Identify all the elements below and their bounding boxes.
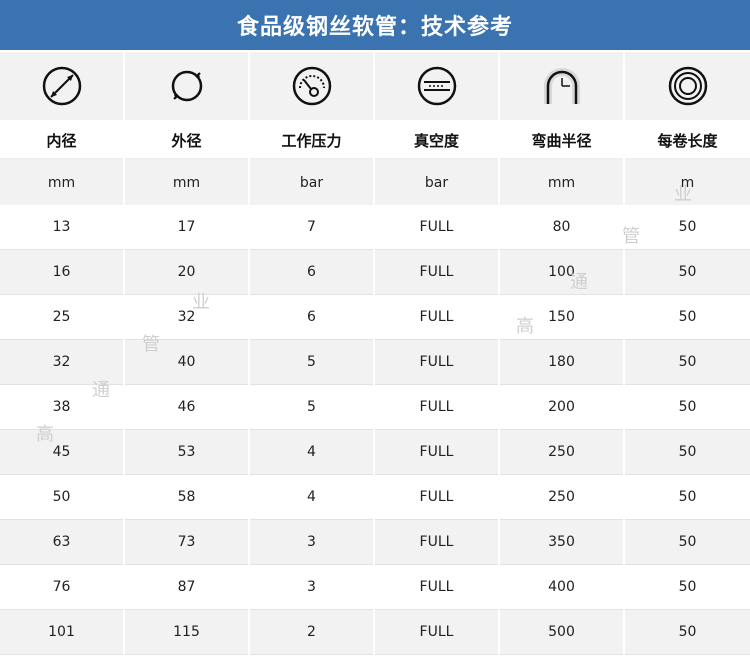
table-cell: FULL (375, 340, 498, 385)
table-cell: 4 (250, 430, 373, 475)
table-cell: 100 (500, 250, 623, 295)
table-cell: 50 (625, 340, 750, 385)
column-header: 真空度 (375, 122, 498, 160)
table-cell: 3 (250, 565, 373, 610)
table-cell: 4 (250, 475, 373, 520)
table-cell: 13 (0, 205, 123, 250)
table-cell: 25 (0, 295, 123, 340)
unit-cell: mm (500, 160, 623, 205)
table-cell: 63 (0, 520, 123, 565)
bend-radius-icon (500, 52, 623, 122)
table-cell: FULL (375, 250, 498, 295)
table-cell: 200 (500, 385, 623, 430)
column-header: 内径 (0, 122, 123, 160)
table-cell: 16 (0, 250, 123, 295)
table-cell: FULL (375, 475, 498, 520)
table-cell: FULL (375, 565, 498, 610)
column-header: 弯曲半径 (500, 122, 623, 160)
header-row: 内径 外径 工作压力 真空度 弯曲半径 每卷长度 (0, 122, 750, 160)
table-cell: 6 (250, 295, 373, 340)
table-cell: 3 (250, 520, 373, 565)
table-cell: FULL (375, 520, 498, 565)
table-cell: 87 (125, 565, 248, 610)
table-row: 76 87 3 FULL 400 50 (0, 565, 750, 610)
column-header: 外径 (125, 122, 248, 160)
table-cell: 50 (0, 475, 123, 520)
table-cell: 50 (625, 475, 750, 520)
table-cell: 38 (0, 385, 123, 430)
unit-cell: bar (375, 160, 498, 205)
table-cell: 50 (625, 295, 750, 340)
column-header: 工作压力 (250, 122, 373, 160)
table-cell: 50 (625, 205, 750, 250)
table-cell: 101 (0, 610, 123, 655)
unit-row: mm mm bar bar mm m (0, 160, 750, 205)
table-cell: 250 (500, 475, 623, 520)
table-cell: 150 (500, 295, 623, 340)
table-cell: 32 (0, 340, 123, 385)
table-cell: FULL (375, 205, 498, 250)
table-cell: 45 (0, 430, 123, 475)
table-cell: 50 (625, 385, 750, 430)
table-body: 13 17 7 FULL 80 50 16 20 6 FULL 100 50 25 32 6 FULL 150 5… (0, 205, 750, 655)
table-cell: 53 (125, 430, 248, 475)
unit-cell: m (625, 160, 750, 205)
table-cell: 7 (250, 205, 373, 250)
table-cell: FULL (375, 430, 498, 475)
table-cell: 73 (125, 520, 248, 565)
table-cell: 400 (500, 565, 623, 610)
table-cell: 6 (250, 250, 373, 295)
inner-diameter-icon (0, 52, 123, 122)
table-row: 45 53 4 FULL 250 50 (0, 430, 750, 475)
table-row: 16 20 6 FULL 100 50 (0, 250, 750, 295)
table-cell: 32 (125, 295, 248, 340)
table-cell: 50 (625, 250, 750, 295)
table-cell: 50 (625, 565, 750, 610)
table-cell: 50 (625, 430, 750, 475)
table-cell: 350 (500, 520, 623, 565)
column-header: 每卷长度 (625, 122, 750, 160)
table-cell: 500 (500, 610, 623, 655)
table-row: 101 115 2 FULL 500 50 (0, 610, 750, 655)
page-title: 食品级钢丝软管：技术参考 (236, 15, 513, 40)
vacuum-icon (375, 52, 498, 122)
unit-cell: mm (125, 160, 248, 205)
table-cell: 40 (125, 340, 248, 385)
spec-table: 内径 外径 工作压力 真空度 弯曲半径 每卷长度 mm mm bar bar mm m 13 17 7 F… (0, 52, 750, 655)
table-cell: 5 (250, 340, 373, 385)
table-row: 25 32 6 FULL 150 50 (0, 295, 750, 340)
table-cell: 180 (500, 340, 623, 385)
table-cell: 46 (125, 385, 248, 430)
unit-cell: bar (250, 160, 373, 205)
table-cell: 80 (500, 205, 623, 250)
table-cell: 2 (250, 610, 373, 655)
table-cell: FULL (375, 385, 498, 430)
icon-row (0, 52, 750, 122)
table-cell: 50 (625, 610, 750, 655)
outer-diameter-icon (125, 52, 248, 122)
table-cell: 5 (250, 385, 373, 430)
coil-icon (625, 52, 750, 122)
table-cell: 50 (625, 520, 750, 565)
table-cell: 250 (500, 430, 623, 475)
table-row: 32 40 5 FULL 180 50 (0, 340, 750, 385)
table-cell: 76 (0, 565, 123, 610)
table-row: 63 73 3 FULL 350 50 (0, 520, 750, 565)
unit-cell: mm (0, 160, 123, 205)
table-row: 38 46 5 FULL 200 50 (0, 385, 750, 430)
table-row: 50 58 4 FULL 250 50 (0, 475, 750, 520)
pressure-gauge-icon (250, 52, 373, 122)
table-cell: 20 (125, 250, 248, 295)
table-cell: FULL (375, 610, 498, 655)
table-cell: 58 (125, 475, 248, 520)
table-cell: 115 (125, 610, 248, 655)
title-bar: 食品级钢丝软管：技术参考 (0, 0, 750, 50)
table-cell: 17 (125, 205, 248, 250)
table-row: 13 17 7 FULL 80 50 (0, 205, 750, 250)
table-cell: FULL (375, 295, 498, 340)
